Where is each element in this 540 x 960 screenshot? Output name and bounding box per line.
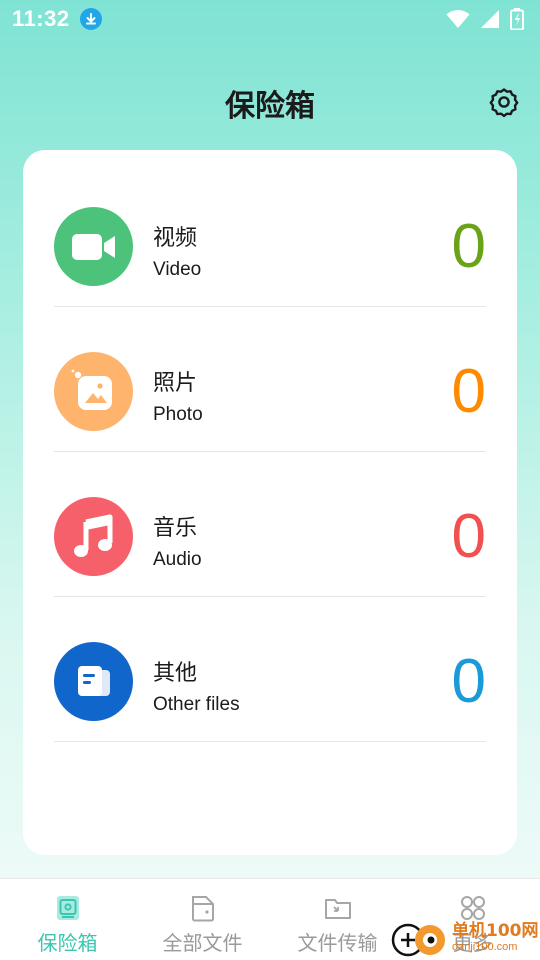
nav-item-all-files[interactable]: 全部文件 bbox=[135, 879, 270, 960]
battery-icon bbox=[510, 8, 524, 30]
category-count: 0 bbox=[451, 647, 486, 716]
watermark-logo bbox=[390, 918, 448, 958]
safe-box-icon bbox=[56, 896, 79, 920]
category-label-cn: 其他 bbox=[153, 661, 198, 686]
category-row-audio[interactable]: 音乐 Audio 0 bbox=[54, 452, 486, 597]
status-left: 11:32 bbox=[12, 6, 102, 32]
nav-label: 保险箱 bbox=[37, 931, 98, 955]
status-right bbox=[446, 8, 524, 30]
vault-card: 视频 Video 0 照片 Photo 0 音乐 Audio 0 其他 Othe… bbox=[23, 150, 517, 855]
photo-icon bbox=[54, 352, 133, 431]
page-title: 保险箱 bbox=[225, 89, 315, 124]
category-label-cn: 照片 bbox=[153, 371, 198, 396]
category-label-en: Photo bbox=[153, 404, 203, 425]
wifi-icon bbox=[446, 10, 470, 28]
category-count: 0 bbox=[451, 357, 486, 426]
status-time: 11:32 bbox=[12, 6, 70, 31]
watermark-line1: 单机100网 bbox=[452, 921, 539, 941]
nav-label: 文件传输 bbox=[297, 931, 378, 955]
settings-button[interactable] bbox=[488, 86, 520, 118]
document-icon bbox=[54, 642, 133, 721]
category-row-video[interactable]: 视频 Video 0 bbox=[54, 162, 486, 307]
category-label-cn: 音乐 bbox=[153, 516, 198, 541]
category-label-en: Video bbox=[153, 259, 202, 280]
folder-file-icon bbox=[191, 896, 214, 922]
download-icon bbox=[79, 8, 102, 30]
watermark: 单机100网 danji100.com bbox=[390, 916, 540, 960]
video-camera-icon bbox=[54, 207, 133, 286]
category-label-cn: 视频 bbox=[153, 226, 198, 251]
nav-item-safe-box[interactable]: 保险箱 bbox=[0, 879, 135, 960]
nav-item-file-transfer[interactable]: 文件传输 bbox=[270, 879, 405, 960]
category-row-other[interactable]: 其他 Other files 0 bbox=[54, 597, 486, 742]
gear-icon bbox=[489, 88, 519, 118]
status-bar: 11:32 bbox=[0, 0, 540, 38]
watermark-text: 单机100网 danji100.com bbox=[452, 923, 539, 953]
header: 保险箱 bbox=[0, 78, 540, 128]
file-transfer-icon bbox=[324, 899, 351, 919]
category-count: 0 bbox=[451, 502, 486, 571]
category-label-en: Other files bbox=[153, 694, 240, 715]
category-count: 0 bbox=[451, 212, 486, 281]
music-note-icon bbox=[54, 497, 133, 576]
category-row-photo[interactable]: 照片 Photo 0 bbox=[54, 307, 486, 452]
category-label-en: Audio bbox=[153, 549, 202, 570]
cell-signal-icon bbox=[481, 10, 499, 28]
watermark-line2: danji100.com bbox=[452, 941, 518, 953]
nav-label: 全部文件 bbox=[162, 931, 243, 955]
